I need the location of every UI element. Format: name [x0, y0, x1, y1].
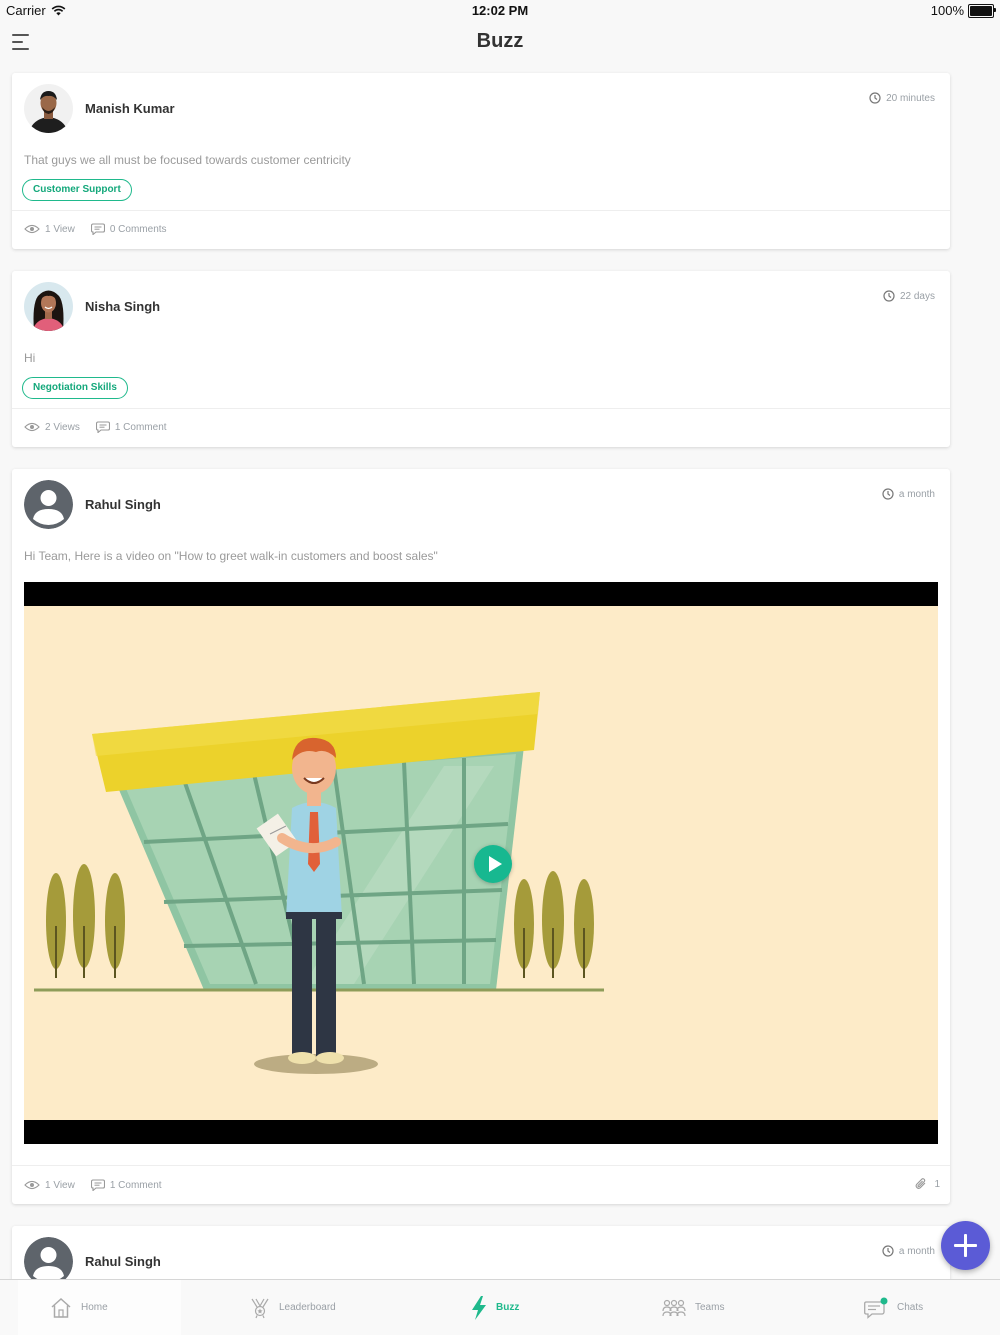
clock-icon: [882, 1245, 894, 1257]
lightning-icon: [472, 1295, 486, 1320]
post-card[interactable]: Nisha Singh 22 days Hi Negotiation Skill…: [12, 271, 950, 447]
comments-label: 1 Comment: [109, 1179, 162, 1191]
clock-icon: [869, 92, 881, 104]
tab-label: Teams: [695, 1302, 725, 1313]
teams-icon: [662, 1299, 686, 1316]
page-title: Buzz: [476, 30, 524, 52]
tab-label: Chats: [897, 1302, 924, 1313]
comments-count[interactable]: 1 Comment: [95, 421, 167, 433]
clock-icon: [883, 290, 895, 302]
comment-icon: [90, 1179, 105, 1191]
comments-label: 0 Comments: [109, 223, 167, 235]
divider: [12, 408, 950, 409]
play-button[interactable]: [474, 845, 512, 883]
post-time: 20 minutes: [869, 92, 935, 104]
post-card[interactable]: Manish Kumar 20 minutes That guys we all…: [12, 73, 950, 249]
status-bar: Carrier 12:02 PM 100%: [0, 0, 1000, 22]
post-text: That guys we all must be focused towards…: [24, 153, 351, 167]
tab-home[interactable]: Home: [18, 1280, 181, 1335]
post-stats: 1 View 1 Comment: [24, 1179, 162, 1191]
divider: [12, 210, 950, 211]
time-label: a month: [898, 488, 935, 500]
tab-chats[interactable]: Chats: [864, 1280, 923, 1335]
comment-icon: [90, 223, 105, 235]
avatar[interactable]: [24, 480, 73, 529]
tab-leaderboard[interactable]: Leaderboard: [250, 1280, 336, 1335]
author-name[interactable]: Rahul Singh: [85, 1254, 161, 1269]
hamburger-menu-icon[interactable]: [11, 31, 33, 53]
carrier-label: Carrier: [6, 3, 46, 18]
wifi-icon: [51, 5, 66, 16]
post-time: a month: [882, 1245, 935, 1257]
post-stats: 2 Views 1 Comment: [24, 421, 167, 433]
tab-buzz[interactable]: Buzz: [471, 1280, 519, 1335]
eye-icon: [24, 1180, 40, 1190]
carrier-indicator: Carrier: [6, 3, 66, 18]
comments-label: 1 Comment: [114, 421, 167, 433]
home-icon: [51, 1297, 71, 1318]
chat-icon: [864, 1297, 888, 1319]
attachments-count[interactable]: 1: [914, 1177, 940, 1191]
topic-tag[interactable]: Customer Support: [22, 179, 132, 201]
tab-label: Home: [81, 1302, 108, 1313]
post-time: 22 days: [883, 290, 935, 302]
battery-icon: [968, 3, 996, 18]
clock-icon: [882, 488, 894, 500]
time-label: a month: [898, 1245, 935, 1257]
tab-label: Buzz: [496, 1302, 520, 1313]
views-count[interactable]: 2 Views: [24, 422, 80, 433]
time-label: 22 days: [899, 290, 935, 302]
avatar[interactable]: [24, 84, 73, 133]
post-card[interactable]: Rahul Singh a month Hi Team, Here is a v…: [12, 469, 950, 1204]
views-count[interactable]: 1 View: [24, 224, 75, 235]
clock: 12:02 PM: [471, 3, 529, 18]
views-label: 2 Views: [45, 421, 80, 433]
topic-tag[interactable]: Negotiation Skills: [22, 377, 128, 399]
post-stats: 1 View 0 Comments: [24, 223, 167, 235]
tab-teams[interactable]: Teams: [662, 1280, 724, 1335]
time-label: 20 minutes: [886, 92, 935, 104]
author-name[interactable]: Rahul Singh: [85, 497, 161, 512]
battery-percent: 100%: [930, 3, 964, 18]
author-name[interactable]: Nisha Singh: [85, 299, 160, 314]
post-text: Hi: [24, 351, 36, 365]
comment-icon: [95, 421, 110, 433]
views-label: 1 View: [45, 1179, 75, 1191]
add-post-button[interactable]: [941, 1221, 990, 1270]
comments-count[interactable]: 0 Comments: [90, 223, 167, 235]
author-name[interactable]: Manish Kumar: [85, 101, 175, 116]
divider: [12, 1165, 950, 1166]
tab-bar: Home Leaderboard Buzz Teams Chats: [0, 1279, 1000, 1335]
battery-indicator: 100%: [930, 3, 996, 18]
post-time: a month: [882, 488, 935, 500]
eye-icon: [24, 224, 40, 234]
navigation-bar: Buzz: [0, 22, 1000, 62]
comments-count[interactable]: 1 Comment: [90, 1179, 162, 1191]
tab-label: Leaderboard: [279, 1302, 336, 1313]
attachments-label: 1: [934, 1178, 940, 1190]
views-label: 1 View: [45, 223, 75, 235]
views-count[interactable]: 1 View: [24, 1180, 75, 1191]
eye-icon: [24, 422, 40, 432]
avatar[interactable]: [24, 282, 73, 331]
video-player[interactable]: [24, 582, 938, 1144]
post-text: Hi Team, Here is a video on "How to gree…: [24, 549, 438, 563]
trophy-icon: [251, 1298, 269, 1318]
paperclip-icon: [916, 1178, 926, 1189]
